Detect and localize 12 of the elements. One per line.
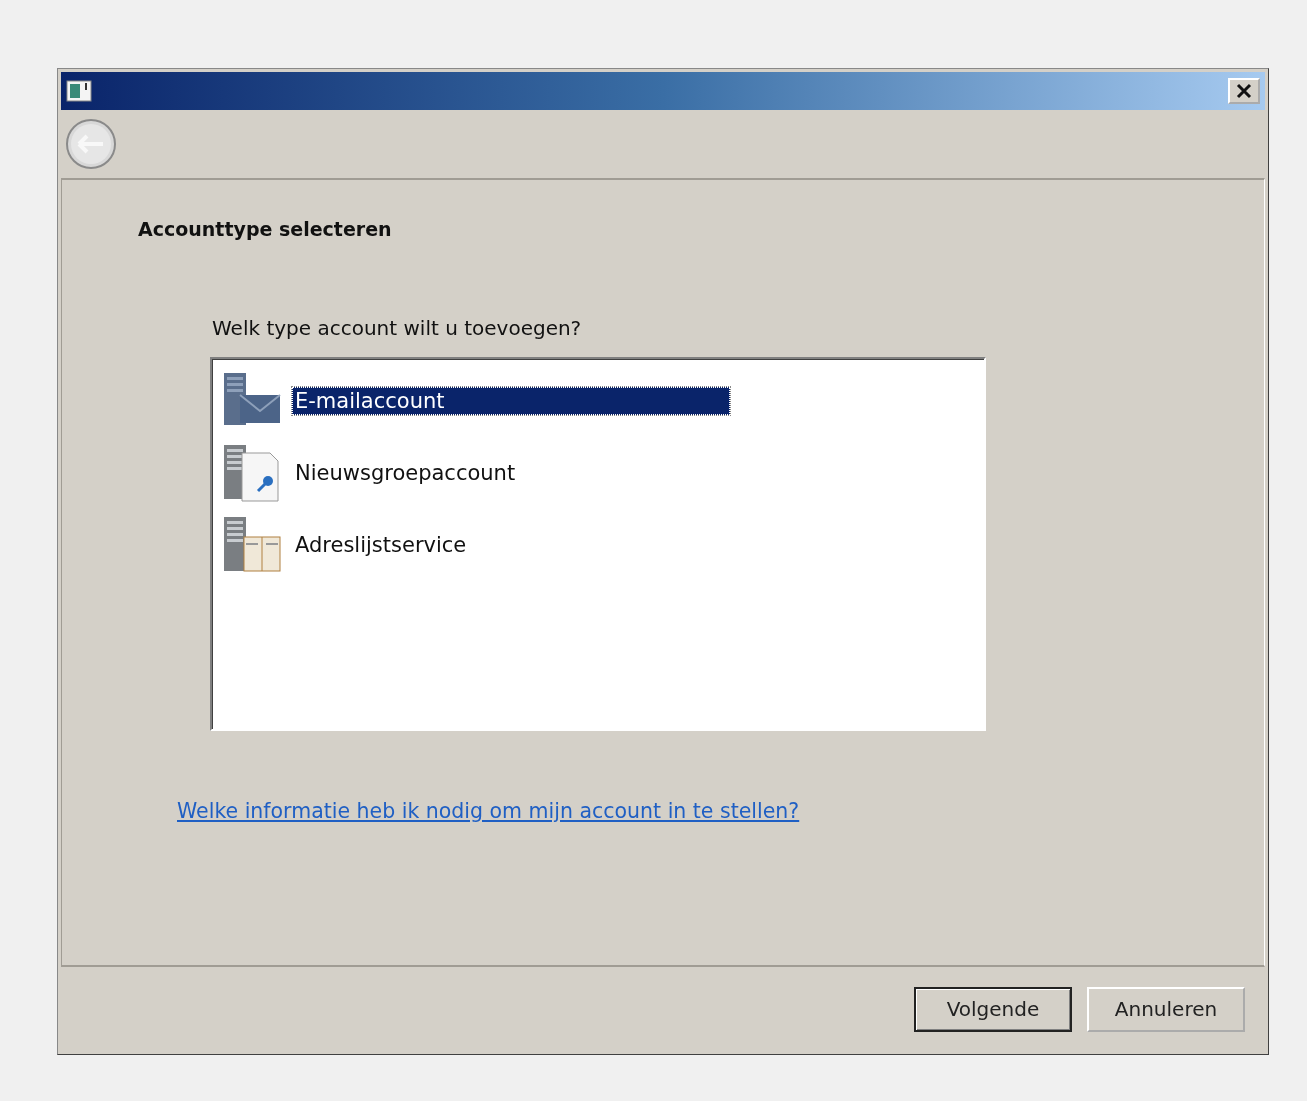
dialog-button[interactable]: Volgende xyxy=(914,986,1072,1032)
dialog-button[interactable]: Annuleren xyxy=(1087,986,1245,1032)
window-icon xyxy=(66,80,92,102)
account-type-item[interactable]: Adreslijstservice xyxy=(292,531,730,559)
page-heading: Accounttype selecteren xyxy=(138,218,393,240)
question-label: Welk type account wilt u toevoegen? xyxy=(212,316,583,340)
close-button[interactable] xyxy=(1228,78,1260,104)
help-link[interactable]: Welke informatie heb ik nodig om mijn account in te stellen? xyxy=(177,799,800,823)
account-type-item[interactable]: Nieuwsgroepaccount xyxy=(292,459,730,487)
account-type-item[interactable]: E-mailaccount xyxy=(292,387,730,415)
close-icon xyxy=(1235,83,1253,99)
back-button[interactable] xyxy=(65,118,117,170)
